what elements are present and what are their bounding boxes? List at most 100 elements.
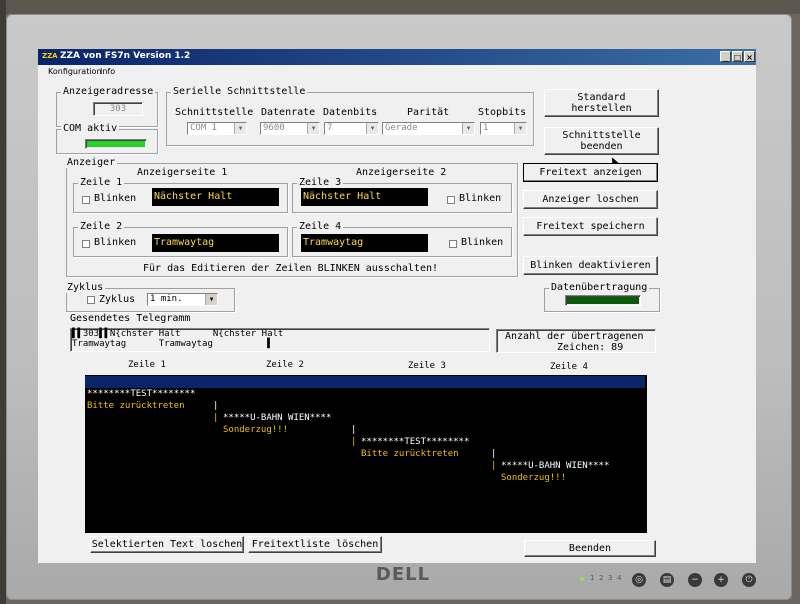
blinken-hint: Für das Editieren der Zeilen BLINKEN aus…: [143, 263, 439, 274]
monitor-power-icon[interactable]: ⏻: [742, 573, 756, 587]
minimize-button[interactable]: _: [720, 51, 731, 62]
serielle-schnittstelle-group: Serielle Schnittstelle Schnittstelle Dat…: [166, 86, 534, 146]
gesendetes-telegramm-label: Gesendetes Telegramm: [70, 313, 191, 324]
datenrate-value: 9600: [263, 123, 285, 133]
zeile-3-group: Zeile 3 Nächster Halt Blinken: [292, 177, 512, 213]
datenbits-select[interactable]: 7 ▼: [324, 122, 379, 135]
zeile-2-display[interactable]: Tramwaytag: [152, 234, 279, 252]
anzahl-label: Anzahl der übertragenen: [505, 331, 644, 342]
datenbits-value: 7: [327, 123, 333, 133]
anzeigerseite-2-label: Anzeigerseite 2: [356, 167, 447, 178]
zeile-2-group: Zeile 2 Blinken Tramwaytag: [73, 221, 288, 257]
menu-konfiguration[interactable]: Konfiguration: [48, 67, 102, 76]
beenden-button[interactable]: Beenden: [524, 540, 656, 557]
schnittstelle-value: COM 1: [190, 123, 218, 133]
list-header-zeile-3: Zeile 3: [408, 361, 446, 371]
list-header-zeile-1: Zeile 1: [128, 360, 166, 370]
zeile-1-display[interactable]: Nächster Halt: [152, 188, 279, 206]
monitor-plus-icon[interactable]: +: [714, 573, 728, 587]
datenuebertragung-fill: [567, 297, 639, 304]
list-cell: Bitte zurücktreten: [87, 401, 185, 411]
monitor-button-number: 1: [590, 574, 595, 582]
list-item[interactable]: ********TEST******** | *****U-BAHN WIEN*…: [85, 376, 645, 471]
app-icon: ZZA: [42, 52, 58, 60]
header-datenrate: Datenrate: [261, 107, 316, 118]
screen: ZZA ZZA von FS7n Version 1.2 _ □ × Konfi…: [38, 49, 756, 563]
zeile-1-blinken-label: Blinken: [94, 193, 137, 204]
monitor-brand-logo: DELL: [375, 564, 431, 585]
chevron-down-icon: ▼: [366, 123, 378, 134]
zeile-4-blinken-checkbox[interactable]: [449, 240, 457, 248]
title-bar[interactable]: ZZA ZZA von FS7n Version 1.2 _ □ ×: [38, 49, 756, 65]
com-aktiv-legend: COM aktiv: [61, 123, 120, 134]
list-separator: |: [491, 449, 497, 459]
window-title: ZZA von FS7n Version 1.2: [60, 51, 191, 61]
chevron-down-icon: ▼: [462, 123, 474, 134]
list-separator: |: [213, 413, 219, 423]
chevron-down-icon: ▼: [234, 123, 246, 134]
zeile-4-group: Zeile 4 Tramwaytag Blinken: [292, 221, 512, 257]
zeile-3-blinken-label: Blinken: [459, 193, 502, 204]
com-aktiv-indicator: [85, 139, 147, 149]
close-button[interactable]: ×: [744, 51, 755, 62]
anzeigeradresse-input[interactable]: 303: [93, 102, 143, 116]
com-aktiv-group: COM aktiv: [56, 123, 158, 154]
freitext-list[interactable]: ********TEST******** | *****U-BAHN WIEN*…: [85, 375, 647, 533]
monitor-button-number: 4: [617, 574, 622, 582]
telegramm-line-1: ▌▌303▌▌N{chster Halt N{chster Halt: [72, 329, 284, 339]
list-cell: *****U-BAHN WIEN****: [501, 461, 610, 471]
selektierten-text-loeschen-button[interactable]: Selektierten Text loschen: [90, 536, 244, 553]
anzeigeradresse-group: Anzeigeradresse 303: [56, 86, 158, 127]
blinken-deaktivieren-button[interactable]: Blinken deaktivieren: [523, 256, 658, 275]
list-cell: Bitte zurücktreten: [361, 449, 459, 459]
monitor-minus-icon[interactable]: −: [688, 573, 702, 587]
datenuebertragung-group: Datenübertragung: [544, 282, 660, 312]
standard-herstellen-button[interactable]: Standard herstellen: [544, 89, 659, 117]
anzeiger-group: Anzeiger Anzeigerseite 1 Anzeigerseite 2…: [65, 157, 518, 277]
menu-info[interactable]: Info: [100, 67, 115, 76]
list-separator: |: [491, 461, 497, 471]
list-item[interactable]: Bitte zurücktreten | Sonderzug!!! | Bitt…: [85, 388, 645, 483]
zeile-2-blinken-checkbox[interactable]: [82, 240, 90, 248]
paritaet-select[interactable]: Gerade ▼: [382, 122, 475, 135]
zyklus-checkbox[interactable]: [87, 296, 95, 304]
zeile-2-legend: Zeile 2: [78, 221, 125, 232]
zeile-4-display[interactable]: Tramwaytag: [301, 234, 428, 252]
datenuebertragung-legend: Datenübertragung: [549, 282, 650, 293]
zeile-2-blinken-label: Blinken: [94, 237, 137, 248]
gesendetes-telegramm-field: ▌▌303▌▌N{chster Halt N{chster Halt Tramw…: [70, 328, 490, 352]
anzahl-zeichen-box: Anzahl der übertragenen Zeichen: 89: [496, 329, 656, 353]
zyklus-legend: Zyklus: [65, 282, 106, 293]
stopbits-select[interactable]: 1 ▼: [480, 122, 527, 135]
maximize-button[interactable]: □: [732, 51, 743, 62]
zyklus-group: Zyklus Zyklus 1 min. ▼: [65, 282, 235, 312]
list-header-zeile-4: Zeile 4: [550, 362, 588, 372]
telegramm-line-2: Tramwaytag Tramwaytag ▌: [72, 339, 273, 349]
freitextliste-loeschen-button[interactable]: Freitextliste löschen: [248, 536, 382, 553]
schnittstelle-select[interactable]: COM 1 ▼: [187, 122, 247, 135]
chevron-down-icon: ▼: [307, 123, 319, 134]
list-header-zeile-2: Zeile 2: [266, 360, 304, 370]
list-separator: |: [351, 437, 357, 447]
anzeiger-loeschen-button[interactable]: Anzeiger loschen: [523, 190, 658, 209]
anzahl-value: Zeichen: 89: [557, 342, 624, 353]
schnittstelle-beenden-button[interactable]: Schnittstelle beenden: [544, 127, 659, 155]
monitor-input-select-icon[interactable]: ◎: [632, 573, 646, 587]
datenrate-select[interactable]: 9600 ▼: [260, 122, 320, 135]
zeile-3-blinken-checkbox[interactable]: [447, 196, 455, 204]
list-cell: ********TEST********: [361, 437, 470, 447]
zyklus-interval-value: 1 min.: [150, 294, 183, 304]
zeile-3-display[interactable]: Nächster Halt: [301, 188, 428, 206]
header-stopbits: Stopbits: [478, 107, 527, 118]
zyklus-interval-select[interactable]: 1 min. ▼: [147, 293, 218, 306]
monitor-menu-icon[interactable]: ▤: [660, 573, 674, 587]
header-paritaet: Parität: [407, 107, 450, 118]
stopbits-value: 1: [483, 123, 489, 133]
zeile-1-legend: Zeile 1: [78, 177, 125, 188]
anzeiger-legend: Anzeiger: [65, 157, 118, 168]
zeile-1-blinken-checkbox[interactable]: [82, 196, 90, 204]
freitext-anzeigen-button[interactable]: Freitext anzeigen: [523, 163, 658, 182]
freitext-speichern-button[interactable]: Freitext speichern: [523, 217, 658, 236]
anzeigeradresse-legend: Anzeigeradresse: [61, 86, 156, 97]
list-cell: Sonderzug!!!: [501, 473, 567, 483]
